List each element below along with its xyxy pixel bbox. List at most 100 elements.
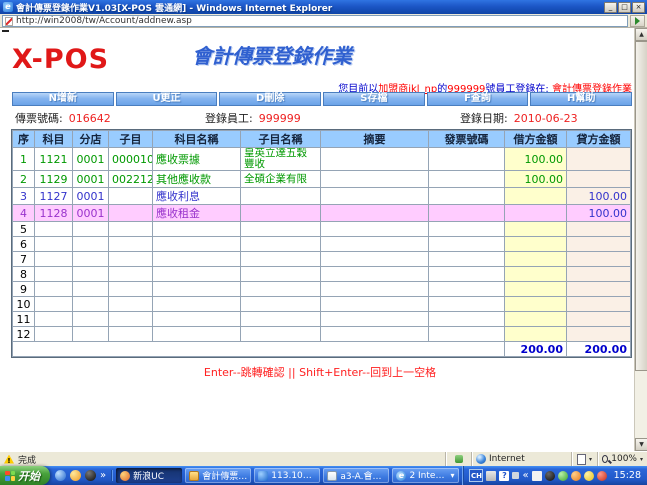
scrollbar-thumb[interactable] bbox=[635, 41, 647, 371]
menu-item-1[interactable]: N增新 bbox=[12, 92, 114, 106]
table-cell[interactable]: 0001 bbox=[73, 188, 109, 205]
tray-red-app-icon[interactable] bbox=[597, 471, 607, 481]
table-cell[interactable] bbox=[321, 148, 429, 171]
table-cell[interactable]: 10 bbox=[13, 297, 35, 312]
table-cell[interactable] bbox=[241, 188, 321, 205]
quick-launch-qq-icon[interactable] bbox=[85, 470, 96, 481]
table-cell[interactable]: 0001 bbox=[73, 148, 109, 171]
table-cell[interactable]: 100.00 bbox=[505, 148, 567, 171]
table-cell[interactable] bbox=[109, 222, 153, 237]
table-cell[interactable] bbox=[153, 267, 241, 282]
table-cell[interactable] bbox=[429, 282, 505, 297]
table-cell[interactable] bbox=[153, 237, 241, 252]
taskbar-task-2[interactable]: 會計傳票登錄 bbox=[185, 468, 251, 483]
table-cell[interactable]: 8 bbox=[13, 267, 35, 282]
table-cell[interactable] bbox=[35, 252, 73, 267]
table-cell[interactable] bbox=[241, 282, 321, 297]
task-group-dropdown-icon[interactable]: ▾ bbox=[451, 471, 455, 480]
menu-item-2[interactable]: U更正 bbox=[116, 92, 218, 106]
table-cell[interactable] bbox=[73, 282, 109, 297]
table-cell[interactable] bbox=[153, 282, 241, 297]
table-cell[interactable] bbox=[35, 312, 73, 327]
table-cell[interactable] bbox=[567, 252, 631, 267]
table-cell[interactable]: 1128 bbox=[35, 205, 73, 222]
help-icon[interactable]: ? bbox=[499, 471, 509, 481]
table-cell[interactable] bbox=[429, 327, 505, 342]
table-cell[interactable]: 0001 bbox=[73, 205, 109, 222]
menu-item-3[interactable]: D刪除 bbox=[219, 92, 321, 106]
quick-launch-uc-icon[interactable] bbox=[70, 470, 81, 481]
table-cell[interactable] bbox=[35, 297, 73, 312]
table-cell[interactable] bbox=[241, 312, 321, 327]
table-cell[interactable] bbox=[73, 252, 109, 267]
table-cell[interactable]: 應收票據 bbox=[153, 148, 241, 171]
table-cell[interactable] bbox=[321, 222, 429, 237]
table-cell[interactable] bbox=[321, 297, 429, 312]
taskbar-task-4[interactable]: a3-A.會計傳... bbox=[323, 468, 389, 483]
tray-qq-icon[interactable] bbox=[545, 471, 555, 481]
table-cell[interactable] bbox=[109, 205, 153, 222]
table-cell[interactable]: 1 bbox=[13, 148, 35, 171]
page-view-control[interactable]: ▾ bbox=[571, 452, 597, 466]
table-cell[interactable]: 2 bbox=[13, 171, 35, 188]
table-cell[interactable]: 11 bbox=[13, 312, 35, 327]
address-input[interactable]: http://win2008/tw/Account/addnew.asp bbox=[2, 15, 628, 27]
vertical-scrollbar[interactable]: ▲ ▼ bbox=[634, 28, 647, 451]
table-cell[interactable] bbox=[35, 267, 73, 282]
table-cell[interactable]: 應收利息 bbox=[153, 188, 241, 205]
table-cell[interactable] bbox=[241, 267, 321, 282]
table-cell[interactable] bbox=[567, 312, 631, 327]
table-cell[interactable]: 全碩企業有限 bbox=[241, 171, 321, 188]
table-cell[interactable] bbox=[429, 267, 505, 282]
table-cell[interactable]: 000010 bbox=[109, 148, 153, 171]
table-cell[interactable]: 其他應收款 bbox=[153, 171, 241, 188]
start-button[interactable]: 开始 bbox=[0, 466, 50, 485]
table-cell[interactable] bbox=[153, 252, 241, 267]
table-cell[interactable] bbox=[73, 327, 109, 342]
table-cell[interactable] bbox=[567, 327, 631, 342]
table-cell[interactable] bbox=[567, 148, 631, 171]
tray-green-app-icon[interactable] bbox=[558, 471, 568, 481]
table-cell[interactable] bbox=[321, 237, 429, 252]
table-cell[interactable] bbox=[241, 222, 321, 237]
table-cell[interactable] bbox=[35, 327, 73, 342]
field-value[interactable]: 999999 bbox=[259, 112, 301, 125]
table-cell[interactable] bbox=[35, 222, 73, 237]
table-cell[interactable]: 1121 bbox=[35, 148, 73, 171]
table-cell[interactable]: 1129 bbox=[35, 171, 73, 188]
table-cell[interactable]: 002212 bbox=[109, 171, 153, 188]
scroll-up-arrow-icon[interactable]: ▲ bbox=[635, 28, 647, 41]
table-cell[interactable] bbox=[505, 188, 567, 205]
table-cell[interactable]: 1127 bbox=[35, 188, 73, 205]
table-cell[interactable] bbox=[321, 188, 429, 205]
taskbar-task-1[interactable]: 新浪UC bbox=[116, 468, 182, 483]
table-cell[interactable] bbox=[429, 171, 505, 188]
table-cell[interactable] bbox=[241, 237, 321, 252]
table-cell[interactable] bbox=[35, 237, 73, 252]
taskbar-task-3[interactable]: 113.105.131... bbox=[254, 468, 320, 483]
table-cell[interactable] bbox=[505, 312, 567, 327]
menu-item-4[interactable]: S存檔 bbox=[323, 92, 425, 106]
quick-launch-overflow-chevron[interactable]: » bbox=[100, 470, 106, 481]
table-cell[interactable] bbox=[321, 252, 429, 267]
table-cell[interactable] bbox=[567, 171, 631, 188]
table-cell[interactable] bbox=[73, 267, 109, 282]
table-cell[interactable] bbox=[241, 297, 321, 312]
table-cell[interactable] bbox=[153, 222, 241, 237]
table-cell[interactable] bbox=[321, 171, 429, 188]
zoom-control[interactable]: 100% ▾ bbox=[597, 452, 647, 466]
table-cell[interactable] bbox=[35, 282, 73, 297]
table-cell[interactable] bbox=[505, 327, 567, 342]
table-cell[interactable]: 9 bbox=[13, 282, 35, 297]
table-cell[interactable]: 100.00 bbox=[567, 188, 631, 205]
field-value[interactable]: 016642 bbox=[69, 112, 111, 125]
table-cell[interactable] bbox=[429, 222, 505, 237]
table-cell[interactable] bbox=[109, 297, 153, 312]
table-cell[interactable] bbox=[505, 222, 567, 237]
language-indicator[interactable]: CH bbox=[469, 469, 483, 482]
table-cell[interactable] bbox=[109, 327, 153, 342]
table-cell[interactable] bbox=[109, 237, 153, 252]
table-cell[interactable] bbox=[321, 267, 429, 282]
table-cell[interactable] bbox=[153, 297, 241, 312]
quick-launch-messenger-icon[interactable] bbox=[55, 470, 66, 481]
